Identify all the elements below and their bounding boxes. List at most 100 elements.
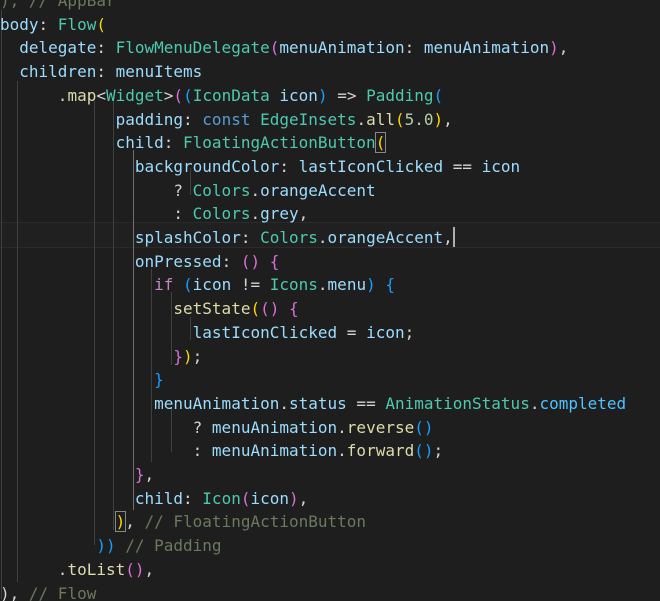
code-token: orangeAccent <box>260 180 376 200</box>
code-token: ; <box>404 322 415 342</box>
code-token: ) <box>366 275 376 295</box>
code-token: : <box>96 62 116 82</box>
code-line[interactable]: ), // Flow <box>0 582 660 601</box>
code-token: , <box>144 559 155 579</box>
code-token: map <box>67 85 97 105</box>
code-token: Icon <box>202 488 241 508</box>
code-line[interactable]: }, <box>0 463 660 487</box>
code-token: // Padding <box>125 536 222 556</box>
code-token: delegate <box>19 38 97 58</box>
code-token: { <box>385 275 395 295</box>
code-token: status <box>289 393 347 413</box>
code-token: : <box>279 156 299 176</box>
code-line[interactable]: }); <box>0 345 660 369</box>
code-line[interactable]: } <box>0 368 660 392</box>
code-token: . <box>279 393 289 413</box>
code-token: ( <box>250 299 261 319</box>
code-token: ) <box>183 346 193 366</box>
code-token: ? <box>0 417 212 437</box>
code-line[interactable]: backgroundColor: lastIconClicked == icon <box>0 155 660 179</box>
code-token: orangeAccent <box>327 228 444 247</box>
code-line[interactable]: .map<Widget>((IconData icon) => Padding( <box>0 84 660 108</box>
code-token: ( <box>183 85 193 105</box>
code-token: : <box>404 38 424 58</box>
code-line[interactable]: : Colors.grey, <box>0 202 660 226</box>
code-line[interactable]: ), // FloatingActionButton <box>0 510 660 534</box>
code-token: menuAnimation <box>211 441 338 461</box>
code-line[interactable]: )) // Padding <box>0 534 660 558</box>
code-token: setState <box>173 299 251 319</box>
code-token: toList <box>67 559 126 579</box>
code-token: icon <box>192 275 232 295</box>
code-token: grey <box>260 204 299 224</box>
code-token: icon <box>250 488 289 508</box>
code-line[interactable]: ), // AppBar <box>0 0 660 13</box>
code-token: : <box>96 38 116 58</box>
code-line[interactable]: onPressed: () { <box>0 250 660 274</box>
code-line[interactable]: child: Icon(icon), <box>0 487 660 511</box>
code-token: , <box>443 228 453 247</box>
code-line[interactable]: lastIconClicked = icon; <box>0 321 660 345</box>
code-token: . <box>250 180 261 200</box>
code-token: EdgeInsets <box>260 109 357 129</box>
code-token: completed <box>539 393 627 413</box>
code-token: ) <box>289 488 299 508</box>
code-line[interactable]: menuAnimation.status == AnimationStatus.… <box>0 392 660 416</box>
code-token: ) <box>317 85 328 105</box>
code-token: ( <box>269 38 280 58</box>
code-line[interactable]: ? Colors.orangeAccent <box>0 179 660 203</box>
code-line[interactable]: ? menuAnimation.reverse() <box>0 416 660 440</box>
code-token: () <box>414 441 434 461</box>
code-line[interactable]: body: Flow( <box>0 13 660 37</box>
code-token: backgroundColor <box>134 156 280 176</box>
code-line[interactable]: child: FloatingActionButton( <box>0 131 660 155</box>
code-token: lastIconClicked <box>192 322 338 342</box>
code-token: menuItems <box>115 62 203 82</box>
code-token: padding <box>115 109 184 129</box>
code-token: ), <box>0 583 29 601</box>
code-line[interactable]: padding: const EdgeInsets.all(5.0), <box>0 108 660 132</box>
code-token: AnimationStatus <box>385 393 530 413</box>
code-line[interactable]: setState(() { <box>0 297 660 321</box>
code-token: icon <box>269 85 318 105</box>
code-token: != <box>231 275 270 295</box>
code-line[interactable]: if (icon != Icons.menu) { <box>0 273 660 297</box>
code-token: children <box>19 62 97 82</box>
code-token: . <box>356 109 367 129</box>
code-token: // FloatingActionButton <box>144 512 367 532</box>
code-token: } <box>154 370 164 390</box>
code-token: . <box>337 441 347 461</box>
code-token: ( <box>394 109 405 129</box>
code-editor[interactable]: ), // AppBar body: Flow( delegate: FlowMe… <box>0 0 660 601</box>
code-token: , <box>125 512 145 532</box>
code-token: : <box>163 133 184 153</box>
code-token: : <box>183 109 203 129</box>
code-line[interactable]: splashColor: Colors.orangeAccent, <box>0 226 660 250</box>
code-token: icon <box>481 156 521 176</box>
code-token: FlowMenuDelegate <box>115 38 270 58</box>
code-line[interactable]: .toList(), <box>0 558 660 582</box>
code-line[interactable]: delegate: FlowMenuDelegate(menuAnimation… <box>0 36 660 60</box>
code-line[interactable]: children: menuItems <box>0 60 660 84</box>
code-token: Widget <box>105 85 164 105</box>
code-token: , <box>298 204 309 224</box>
code-token: ( <box>96 14 106 34</box>
code-line[interactable]: : menuAnimation.forward(); <box>0 439 660 463</box>
code-token: => <box>327 85 367 105</box>
code-token: ( <box>173 85 184 105</box>
code-token: ? <box>0 180 193 200</box>
